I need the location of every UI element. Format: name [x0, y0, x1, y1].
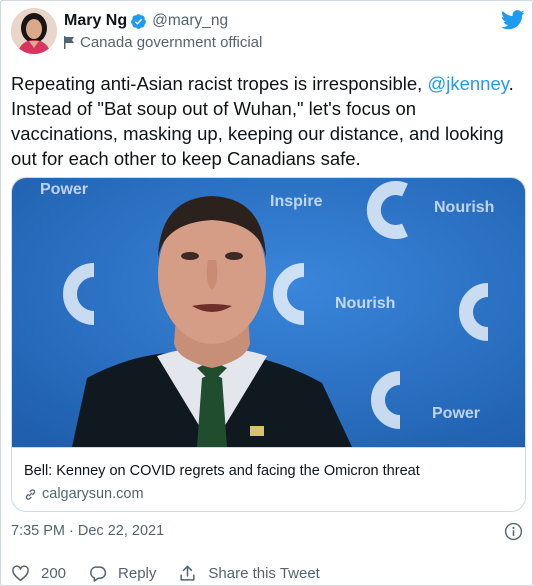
- backdrop-word: Power: [40, 181, 88, 198]
- author-display-name[interactable]: Mary Ng: [64, 12, 127, 30]
- info-icon[interactable]: [504, 522, 523, 541]
- avatar[interactable]: [11, 8, 57, 54]
- backdrop-word: Nourish: [434, 199, 494, 216]
- flag-icon: [64, 36, 74, 49]
- heart-icon: [12, 565, 29, 581]
- reply-button[interactable]: Reply: [88, 564, 156, 583]
- government-official-label: Canada government official: [80, 34, 263, 51]
- author-handle[interactable]: @mary_ng: [152, 12, 228, 30]
- card-title[interactable]: Bell: Kenney on COVID regrets and facing…: [24, 463, 420, 479]
- government-label-row: Canada government official: [64, 34, 262, 51]
- share-button[interactable]: Share this Tweet: [178, 564, 320, 583]
- card-meta[interactable]: Bell: Kenney on COVID regrets and facing…: [12, 447, 525, 511]
- link-icon: [25, 488, 36, 500]
- tweet-card: Mary Ng @mary_ng Canada government offic…: [0, 0, 533, 586]
- timestamp[interactable]: 7:35 PM · Dec 22, 2021: [11, 523, 164, 539]
- backdrop-word: Nourish: [335, 295, 395, 312]
- backdrop-word: Inspire: [270, 193, 323, 210]
- card-image[interactable]: Power Inspire Nourish Nourish Power: [12, 178, 526, 447]
- backdrop-word: Power: [432, 405, 480, 422]
- card-domain-row[interactable]: calgarysun.com: [24, 486, 144, 502]
- reply-label: Reply: [118, 565, 157, 582]
- action-bar: 200 Reply Share this Tweet: [11, 564, 342, 583]
- twitter-bird-icon[interactable]: [501, 10, 525, 30]
- mention-link[interactable]: @jkenney: [427, 73, 508, 94]
- card-domain[interactable]: calgarysun.com: [42, 486, 144, 502]
- share-icon: [180, 565, 195, 581]
- like-button[interactable]: 200: [11, 564, 66, 583]
- tweet-text-start: Repeating anti-Asian racist tropes is ir…: [11, 73, 428, 94]
- share-label: Share this Tweet: [208, 565, 320, 582]
- verified-badge-icon: [131, 13, 147, 29]
- author-name-row[interactable]: Mary Ng @mary_ng: [64, 12, 228, 30]
- like-count: 200: [41, 565, 67, 582]
- reply-bubble-icon: [90, 566, 107, 582]
- link-preview-card[interactable]: Power Inspire Nourish Nourish Power Bell…: [11, 177, 526, 512]
- tweet-text: Repeating anti-Asian racist tropes is ir…: [11, 71, 526, 171]
